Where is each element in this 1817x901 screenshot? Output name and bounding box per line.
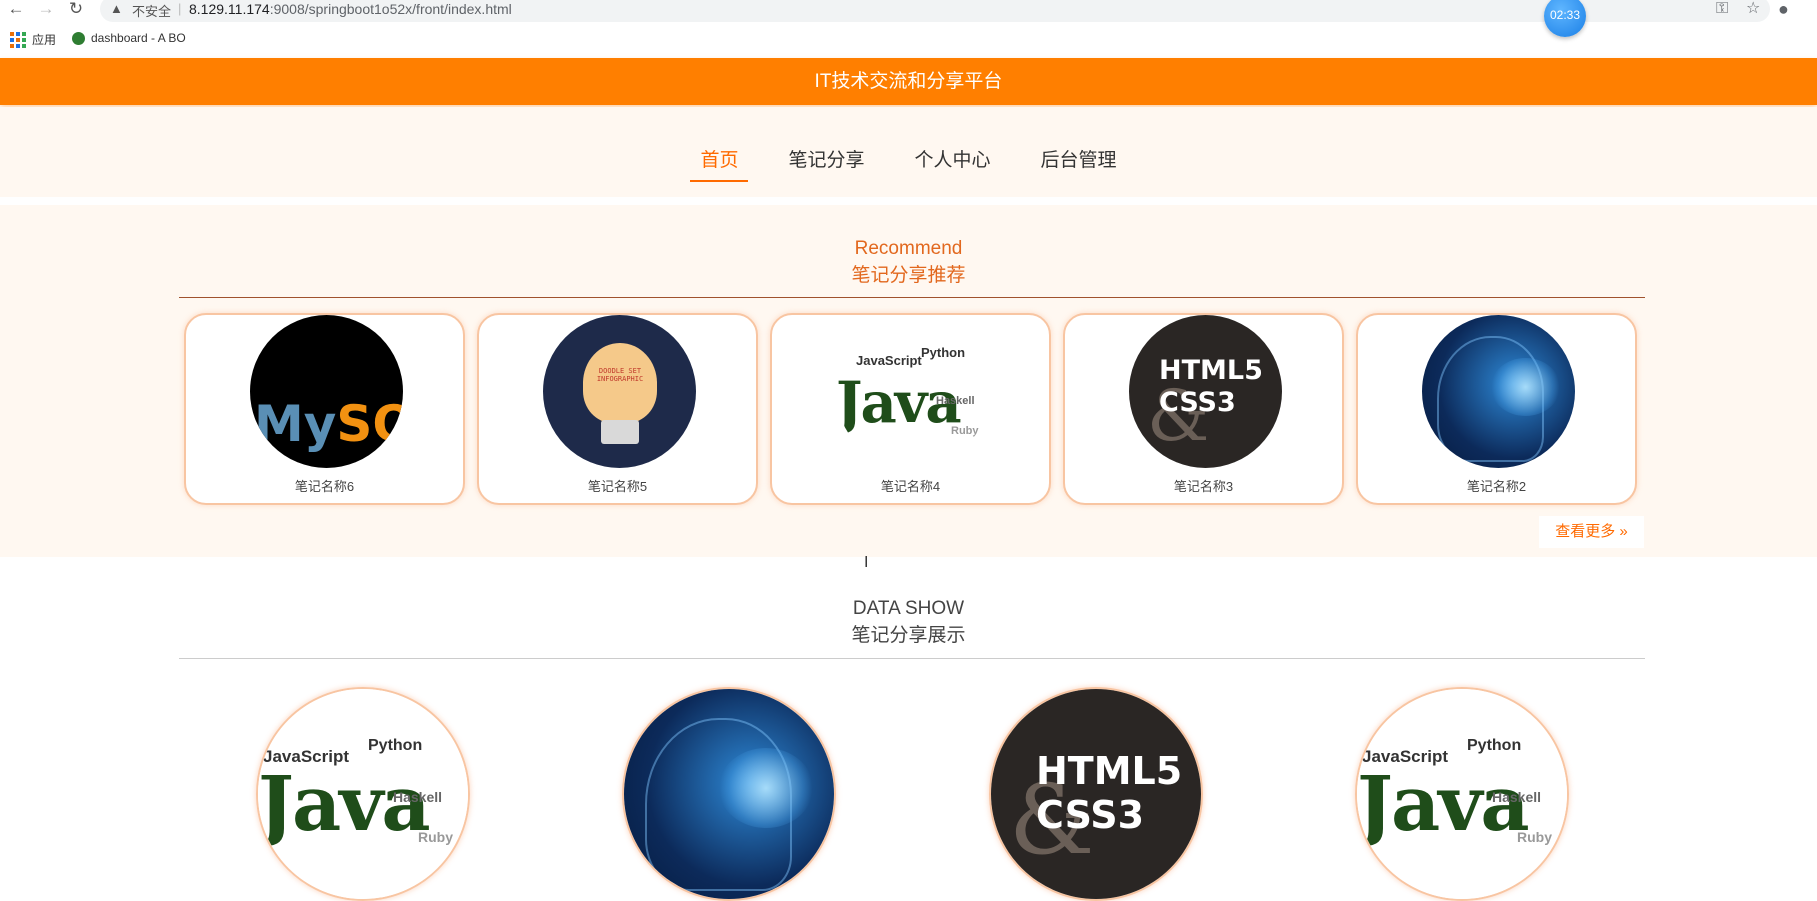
back-icon[interactable]: ←: [6, 0, 26, 20]
warning-icon[interactable]: ▲: [110, 1, 123, 16]
showcase-image[interactable]: [622, 687, 836, 901]
note-name[interactable]: 笔记名称2: [1358, 476, 1635, 495]
view-more-button[interactable]: 查看更多 »: [1539, 516, 1644, 548]
bookmark-dashboard[interactable]: dashboard - A BO: [72, 31, 186, 45]
recommend-divider: [179, 297, 1645, 298]
recommend-cards: MySQL 笔记名称6 DOODLE SET INFOGRAPHIC 笔记名称5…: [184, 313, 1640, 505]
note-thumbnail[interactable]: MySQL: [250, 315, 403, 468]
note-card[interactable]: DOODLE SET INFOGRAPHIC 笔记名称5: [477, 313, 758, 505]
showcase-image[interactable]: JavaScript Python Java Haskell Ruby: [1355, 687, 1569, 901]
star-icon[interactable]: ☆: [1746, 0, 1760, 18]
bookmark-apps[interactable]: 应用: [10, 31, 56, 48]
nav-home[interactable]: 首页: [690, 139, 749, 182]
note-thumbnail[interactable]: & HTML5 CSS3: [1129, 315, 1282, 468]
data-show-divider: [179, 658, 1645, 659]
url-text[interactable]: 8.129.11.174:9008/springboot1o52x/front/…: [189, 1, 512, 17]
forward-icon[interactable]: →: [36, 0, 56, 20]
note-thumbnail[interactable]: JavaScript Python Java Haskell Ruby: [836, 315, 989, 468]
note-card[interactable]: MySQL 笔记名称6: [184, 313, 465, 505]
nav-admin[interactable]: 后台管理: [1031, 139, 1127, 182]
note-card[interactable]: JavaScript Python Java Haskell Ruby 笔记名称…: [770, 313, 1051, 505]
key-icon[interactable]: ⚿: [1716, 0, 1728, 18]
data-show-section: DATA SHOW 笔记分享展示 JavaScript Python Java …: [0, 557, 1817, 901]
note-name[interactable]: 笔记名称5: [479, 476, 756, 495]
note-thumbnail[interactable]: DOODLE SET INFOGRAPHIC: [543, 315, 696, 468]
note-name[interactable]: 笔记名称4: [772, 476, 1049, 495]
recommend-title-cn: 笔记分享推荐: [851, 265, 966, 286]
showcase-image[interactable]: JavaScript Python Java Haskell Ruby: [256, 687, 470, 901]
note-thumbnail[interactable]: [1422, 315, 1575, 468]
recommend-section: Recommend 笔记分享推荐 MySQL 笔记名称6 DOODLE SET …: [0, 205, 1817, 557]
note-card[interactable]: & HTML5 CSS3 笔记名称3: [1063, 313, 1344, 505]
double-chevron-right-icon: »: [1619, 523, 1628, 540]
browser-toolbar: ← → ↻ ▲ 不安全 | 8.129.11.174:9008/springbo…: [0, 0, 1817, 37]
note-name[interactable]: 笔记名称6: [186, 476, 463, 495]
data-show-title-cn: 笔记分享展示: [851, 625, 966, 646]
recommend-title-en: Recommend: [854, 238, 963, 259]
text-cursor-icon: I: [864, 554, 869, 571]
nav-note-share[interactable]: 笔记分享: [778, 139, 874, 182]
bookmarks-bar: 应用 dashboard - A BO: [0, 28, 1817, 52]
note-card[interactable]: 笔记名称2: [1356, 313, 1637, 505]
insecure-label[interactable]: 不安全: [132, 1, 171, 20]
site-title: IT技术交流和分享平台: [0, 58, 1817, 105]
account-icon[interactable]: ●: [1778, 0, 1789, 18]
separator: |: [178, 1, 182, 16]
showcase-image[interactable]: & HTML5 CSS3: [989, 687, 1203, 901]
main-nav: 首页 笔记分享 个人中心 后台管理: [0, 107, 1817, 197]
bookmark-favicon-icon: [72, 31, 85, 45]
note-name[interactable]: 笔记名称3: [1065, 476, 1342, 495]
apps-grid-icon: [10, 31, 26, 48]
reload-icon[interactable]: ↻: [66, 0, 86, 20]
nav-personal-center[interactable]: 个人中心: [905, 139, 1001, 182]
data-show-title-en: DATA SHOW: [852, 598, 965, 619]
